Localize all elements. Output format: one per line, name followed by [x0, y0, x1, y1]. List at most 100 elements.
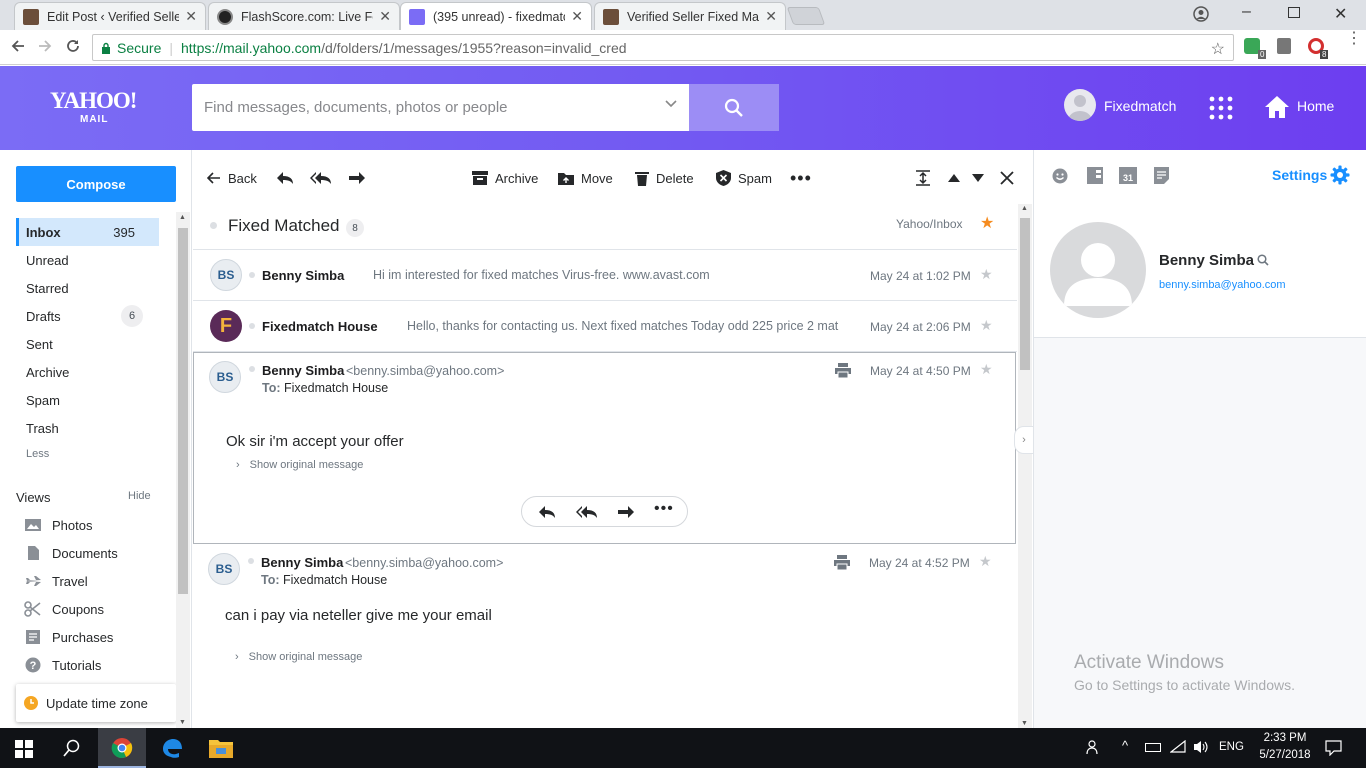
notepad-icon[interactable] — [1154, 167, 1169, 184]
scroll-down-arrow-icon[interactable]: ▼ — [179, 719, 186, 726]
action-center-icon[interactable] — [1325, 740, 1342, 756]
scroll-up-arrow-icon[interactable]: ▲ — [1021, 205, 1028, 212]
message-scroll-thumb[interactable] — [1020, 218, 1030, 370]
folder-spam[interactable]: Spam — [16, 386, 159, 414]
star-icon[interactable]: ★ — [979, 553, 992, 570]
taskbar-chrome-button[interactable] — [98, 728, 146, 768]
update-timezone-toast[interactable]: Update time zone — [16, 684, 176, 722]
extension-bag-icon[interactable] — [1277, 38, 1291, 54]
contact-avatar[interactable] — [1050, 222, 1146, 318]
settings-link[interactable]: Settings — [1272, 167, 1327, 183]
view-tutorials[interactable]: ? Tutorials — [24, 652, 101, 678]
print-icon[interactable] — [835, 363, 851, 378]
folder-drafts[interactable]: Drafts 6 — [16, 302, 159, 330]
edge-icon[interactable] — [161, 737, 183, 759]
sender-name[interactable]: Benny Simba — [261, 555, 343, 570]
expand-thread-icon[interactable] — [915, 170, 938, 186]
reply-all-button[interactable] — [310, 170, 339, 186]
star-icon[interactable]: ★ — [980, 361, 993, 378]
view-documents[interactable]: Documents — [24, 540, 118, 566]
folder-trash[interactable]: Trash — [16, 414, 159, 442]
user-avatar[interactable] — [1064, 89, 1096, 121]
star-icon[interactable]: ★ — [980, 266, 993, 283]
forward-button[interactable] — [348, 170, 373, 186]
new-tab-button[interactable] — [786, 7, 826, 25]
battery-icon[interactable] — [1145, 743, 1161, 752]
contacts-icon[interactable] — [1087, 167, 1103, 184]
hide-views-link[interactable]: Hide — [128, 490, 151, 502]
unread-dot-icon[interactable] — [249, 323, 255, 329]
move-button[interactable]: Move — [558, 170, 613, 186]
forward-nav-icon[interactable] — [37, 38, 53, 54]
restore-window-icon[interactable] — [1288, 7, 1300, 18]
back-nav-icon[interactable] — [10, 38, 26, 54]
bookmark-star-icon[interactable]: ☆ — [1211, 39, 1225, 59]
more-actions-icon[interactable]: ••• — [790, 168, 812, 188]
sidebar-scroll-thumb[interactable] — [178, 228, 188, 594]
tab-close-icon[interactable]: ✕ — [571, 8, 583, 25]
starred-icon[interactable]: ★ — [980, 213, 994, 233]
show-original-link[interactable]: › Show original message — [236, 459, 363, 471]
yahoo-logo[interactable]: YAHOO! — [50, 88, 137, 114]
search-button[interactable] — [689, 84, 779, 131]
browser-tab[interactable]: FlashScore.com: Live Foot ✕ — [208, 2, 400, 30]
search-options-chevron-icon[interactable] — [665, 100, 677, 108]
collapse-pane-chevron-icon[interactable]: › — [1014, 426, 1034, 454]
contact-name[interactable]: Benny Simba — [1159, 252, 1254, 269]
back-button[interactable]: Back — [207, 170, 257, 186]
sender-name[interactable]: Benny Simba — [262, 363, 344, 378]
archive-button[interactable]: Archive — [472, 170, 538, 186]
message-scrollbar[interactable]: ▲ ▼ — [1018, 204, 1032, 728]
tab-close-icon[interactable]: ✕ — [185, 8, 197, 25]
collapsed-message-row[interactable]: F Fixedmatch House Hello, thanks for con… — [193, 301, 1017, 352]
minimize-window-icon[interactable]: – — [1242, 3, 1251, 21]
wifi-icon[interactable] — [1170, 740, 1186, 754]
unread-dot-icon[interactable] — [249, 272, 255, 278]
view-travel[interactable]: Travel — [24, 568, 88, 594]
reply-button[interactable] — [276, 170, 301, 186]
collapsed-message-row[interactable]: BS Benny Simba Hi im interested for fixe… — [193, 250, 1017, 301]
compose-button[interactable]: Compose — [16, 166, 176, 202]
spam-button[interactable]: Spam — [716, 170, 772, 186]
sidebar-scrollbar[interactable]: ▲ ▼ — [176, 212, 190, 728]
browser-tab[interactable]: Verified Seller Fixed Matc ✕ — [594, 2, 786, 30]
quick-reply-icon[interactable] — [538, 505, 556, 519]
clock-time[interactable]: 2:33 PM — [1260, 732, 1310, 744]
quick-reply-all-icon[interactable] — [576, 505, 598, 519]
previous-message-icon[interactable] — [948, 170, 967, 186]
view-coupons[interactable]: Coupons — [24, 596, 104, 622]
close-window-icon[interactable]: ✕ — [1334, 4, 1347, 24]
quick-more-icon[interactable]: ••• — [654, 500, 674, 518]
delete-button[interactable]: Delete — [635, 170, 694, 186]
scroll-up-arrow-icon[interactable]: ▲ — [179, 214, 186, 221]
show-original-link[interactable]: › Show original message — [235, 651, 362, 663]
taskbar-search-icon[interactable] — [63, 739, 81, 757]
folder-unread[interactable]: Unread — [16, 246, 159, 274]
folder-inbox[interactable]: Inbox 395 — [16, 218, 159, 246]
unread-dot-icon[interactable] — [210, 222, 217, 229]
close-message-icon[interactable] — [1000, 170, 1021, 186]
home-icon[interactable] — [1264, 94, 1290, 120]
folder-archive[interactable]: Archive — [16, 358, 159, 386]
calendar-icon[interactable]: 31 — [1119, 167, 1137, 184]
contact-search-icon[interactable] — [1257, 254, 1269, 266]
tray-chevron-icon[interactable]: ^ — [1122, 738, 1128, 753]
view-photos[interactable]: Photos — [24, 512, 92, 538]
search-input[interactable]: Find messages, documents, photos or peop… — [192, 84, 689, 131]
print-icon[interactable] — [834, 555, 850, 570]
contact-email-link[interactable]: benny.simba@yahoo.com — [1159, 279, 1286, 291]
chrome-menu-icon[interactable]: ⋮ — [1346, 31, 1362, 47]
user-name[interactable]: Fixedmatch — [1104, 98, 1176, 114]
quick-forward-icon[interactable] — [617, 505, 635, 519]
star-icon[interactable]: ★ — [980, 317, 993, 334]
tab-close-icon[interactable]: ✕ — [379, 8, 391, 25]
home-link[interactable]: Home — [1297, 98, 1334, 114]
file-explorer-icon[interactable] — [209, 738, 233, 758]
apps-grid-icon[interactable] — [1209, 96, 1233, 120]
browser-tab[interactable]: Edit Post ‹ Verified Seller F ✕ — [14, 2, 206, 30]
tab-close-icon[interactable]: ✕ — [765, 8, 777, 25]
language-indicator[interactable]: ENG — [1219, 741, 1244, 753]
windows-start-icon[interactable] — [15, 740, 33, 758]
unread-dot-icon[interactable] — [248, 558, 254, 564]
address-bar[interactable]: Secure | https://mail.yahoo.com/d/folder… — [92, 34, 1234, 61]
